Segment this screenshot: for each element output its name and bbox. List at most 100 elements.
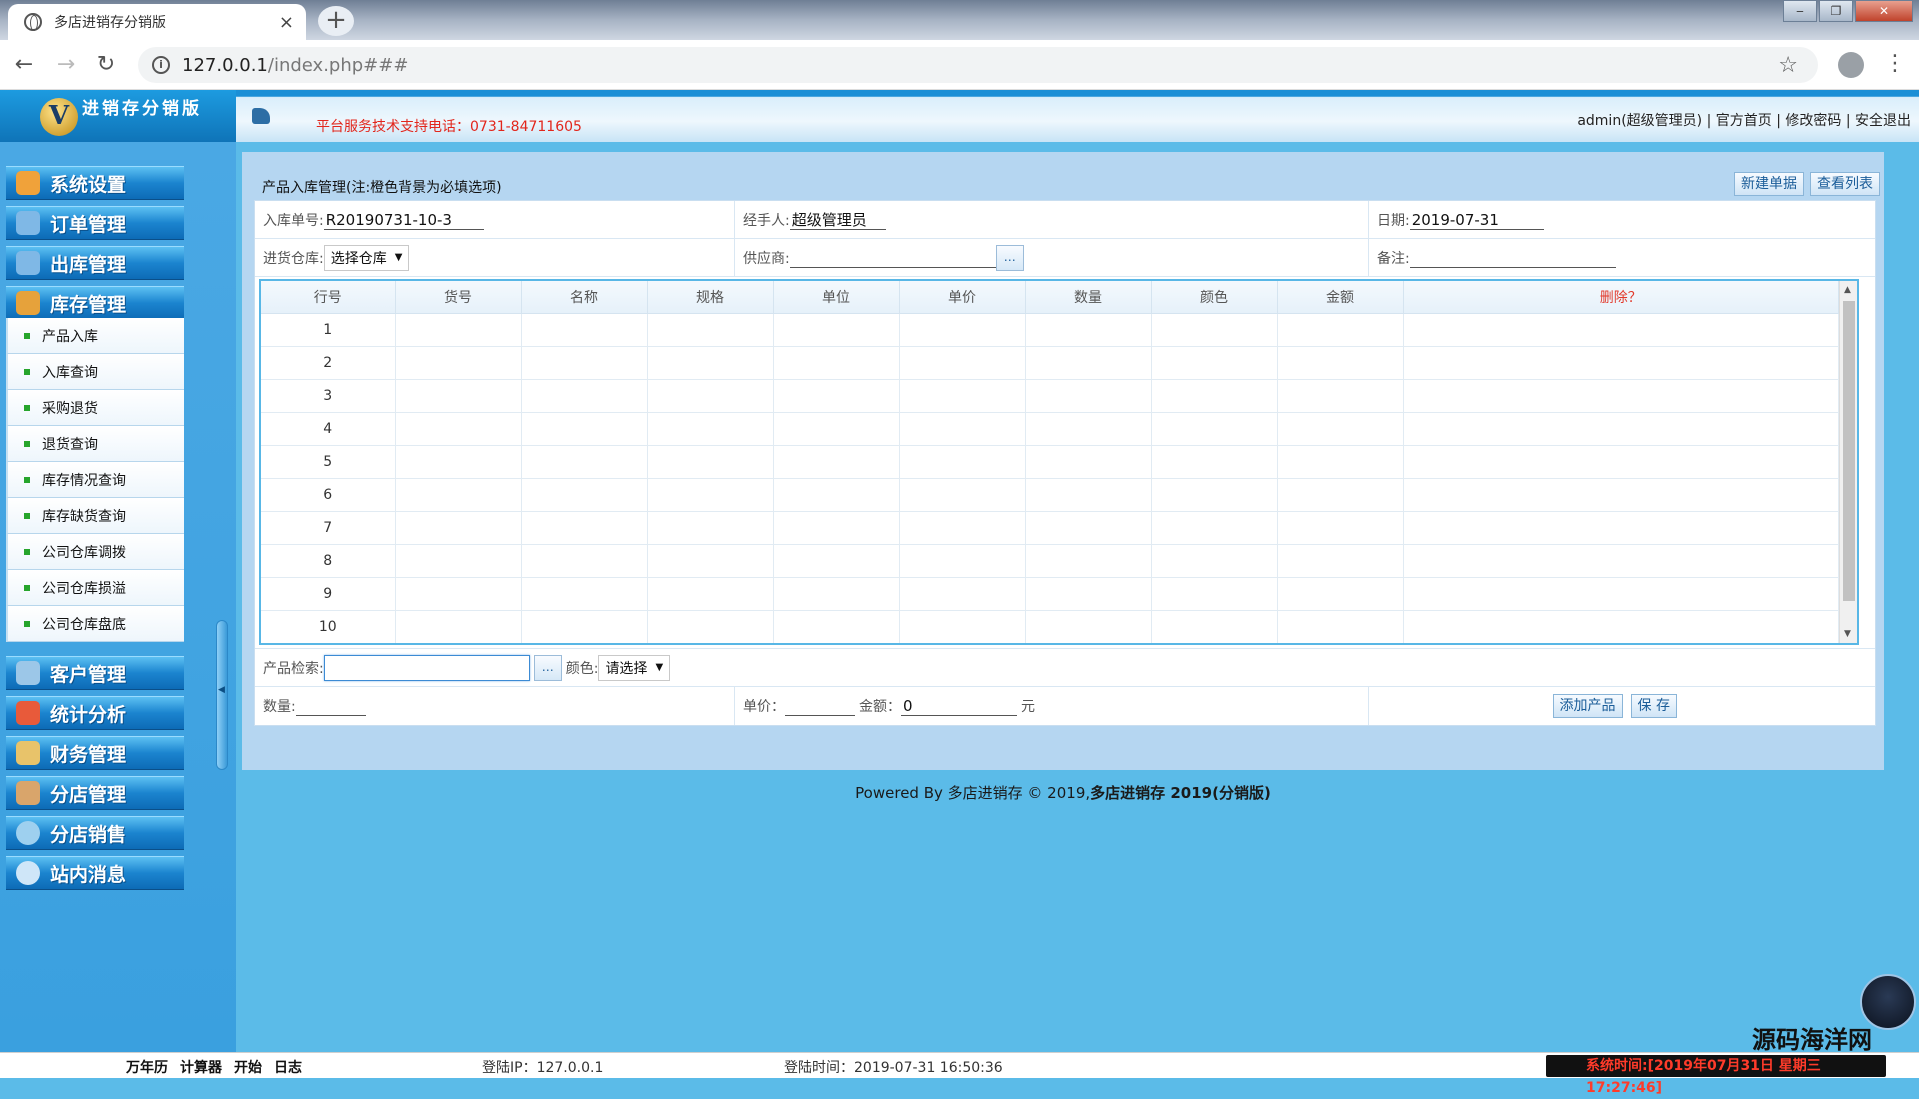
order-no-field[interactable]: R20190731-10-3 [323,210,484,230]
color-label: 颜色: [565,660,599,677]
back-icon[interactable]: ← [10,51,38,79]
bullet-icon [24,512,30,519]
new-document-button[interactable]: 新建单据 [1734,172,1804,196]
inventory-submenu: 产品入库 入库查询 采购退货 退货查询 库存情况查询 库存缺货查询 公司仓库调拨… [6,318,184,642]
view-list-button[interactable]: 查看列表 [1810,172,1880,196]
col-spec: 规格 [647,281,774,314]
bullet-icon [24,548,30,555]
supplier-picker-button[interactable]: … [995,244,1024,271]
bullet-icon [24,368,30,375]
calculator-link[interactable]: 计算器 [180,1057,222,1077]
menu-site-messages[interactable]: 站内消息 [6,856,184,890]
reload-icon[interactable]: ↻ [92,51,120,79]
product-search-input[interactable] [323,654,530,681]
submenu-item-inbound-query[interactable]: 入库查询 [6,354,184,390]
forward-icon[interactable]: → [52,51,80,79]
submenu-item-warehouse-count[interactable]: 公司仓库盘底 [6,606,184,642]
table-row[interactable]: 5 [261,445,1839,479]
document-icon [16,661,40,685]
menu-branch-management[interactable]: 分店管理 [6,776,184,810]
menu-branch-sales[interactable]: 分店销售 [6,816,184,850]
table-row[interactable]: 7 [261,511,1839,545]
menu-outbound-management[interactable]: 出库管理 [6,246,184,280]
submenu-item-return-query[interactable]: 退货查询 [6,426,184,462]
submenu-item-stock-shortage[interactable]: 库存缺货查询 [6,498,184,534]
table-row[interactable]: 4 [261,412,1839,446]
table-row[interactable]: 9 [261,577,1839,611]
logo-name: 进销存分销版 [82,99,202,119]
amount-label: 金额： [859,699,901,715]
save-button[interactable]: 保 存 [1630,694,1677,718]
submenu-item-stock-status[interactable]: 库存情况查询 [6,462,184,498]
window-close-button[interactable]: ✕ [1855,0,1913,22]
table-row[interactable]: 8 [261,544,1839,578]
supplier-field[interactable] [789,248,996,268]
menu-statistics[interactable]: 统计分析 [6,696,184,730]
tab-title: 多店进销存分销版 [54,15,166,31]
profile-avatar-icon[interactable] [1838,52,1864,78]
tab-close-icon[interactable]: × [279,12,294,33]
col-price: 单价 [899,281,1026,314]
handler-field[interactable]: 超级管理员 [789,210,886,230]
calendar-link[interactable]: 万年历 [126,1057,168,1077]
bookmark-star-icon[interactable]: ☆ [1778,53,1798,78]
product-picker-button[interactable]: … [533,654,562,681]
menu-finance[interactable]: 财务管理 [6,736,184,770]
watermark: 源码海洋网 [1752,1026,1872,1054]
submenu-item-warehouse-loss[interactable]: 公司仓库损溢 [6,570,184,606]
remark-field[interactable] [1409,248,1616,268]
submenu-item-purchase-return[interactable]: 采购退货 [6,390,184,426]
change-password-link[interactable]: 修改密码 [1785,113,1841,129]
url-input[interactable]: i 127.0.0.1/index.php### ☆ [138,47,1818,83]
logo-badge: V [40,98,78,136]
grid-scrollbar[interactable]: ▲ ▼ [1839,281,1857,643]
table-row[interactable]: 1 [261,313,1839,347]
submenu-item-product-inbound[interactable]: 产品入库 [6,318,184,354]
maximize-button[interactable]: ❐ [1819,0,1853,22]
footer-product: 多店进销存 2019(分销版) [1090,784,1271,802]
add-product-button[interactable]: 添加产品 [1552,694,1623,718]
menu-order-management[interactable]: 订单管理 [6,206,184,240]
wrench-icon [16,171,40,195]
new-tab-button[interactable]: + [318,6,354,36]
start-link[interactable]: 开始 [234,1057,262,1077]
submenu-item-warehouse-transfer[interactable]: 公司仓库调拨 [6,534,184,570]
scrollbar-thumb[interactable] [1843,301,1855,601]
color-select[interactable]: 请选择 ▼ [598,654,671,681]
logout-link[interactable]: 安全退出 [1855,113,1911,129]
unit-price-field[interactable] [785,696,855,716]
qty-label: 数量: [263,699,296,715]
order-no-label: 入库单号: [263,212,324,229]
browser-tab[interactable]: 多店进销存分销版 × [8,4,306,40]
bullet-icon [24,404,30,411]
menu-system-settings[interactable]: 系统设置 [6,166,184,200]
home-link[interactable]: 官方首页 [1716,113,1772,129]
scroll-down-icon[interactable]: ▼ [1844,629,1851,639]
table-row[interactable]: 2 [261,346,1839,380]
table-row[interactable]: 3 [261,379,1839,413]
col-amount: 金额 [1277,281,1404,314]
amount-field[interactable]: 0 [901,696,1017,716]
warehouse-select[interactable]: 选择仓库 ▼ [323,244,410,271]
table-row[interactable]: 10 [261,610,1839,643]
page-title: 产品入库管理(注:橙色背景为必填选项) [262,180,502,196]
sidebar-collapse-handle[interactable] [216,620,228,770]
scroll-up-icon[interactable]: ▲ [1844,285,1851,295]
menu-inventory-management[interactable]: 库存管理 [6,286,184,320]
log-link[interactable]: 日志 [274,1057,302,1077]
url-path: /index.php### [267,54,409,76]
date-field[interactable]: 2019-07-31 [1409,210,1544,230]
qty-field[interactable] [295,696,366,716]
site-info-icon[interactable]: i [152,56,170,74]
menu-customer-management[interactable]: 客户管理 [6,656,184,690]
warehouse-label: 进货仓库: [263,250,324,267]
table-row[interactable]: 6 [261,478,1839,512]
bullet-icon [24,584,30,591]
address-bar: ← → ↻ i 127.0.0.1/index.php### ☆ ⋮ [0,40,1919,90]
monitor-icon [16,251,40,275]
col-delete[interactable]: 删除？ [1403,281,1839,314]
globe-icon [24,13,42,31]
browser-menu-icon[interactable]: ⋮ [1884,50,1906,78]
minimize-button[interactable]: ‒ [1783,0,1817,22]
page-footer: Powered By 多店进销存 © 2019,多店进销存 2019(分销版) [242,782,1884,803]
